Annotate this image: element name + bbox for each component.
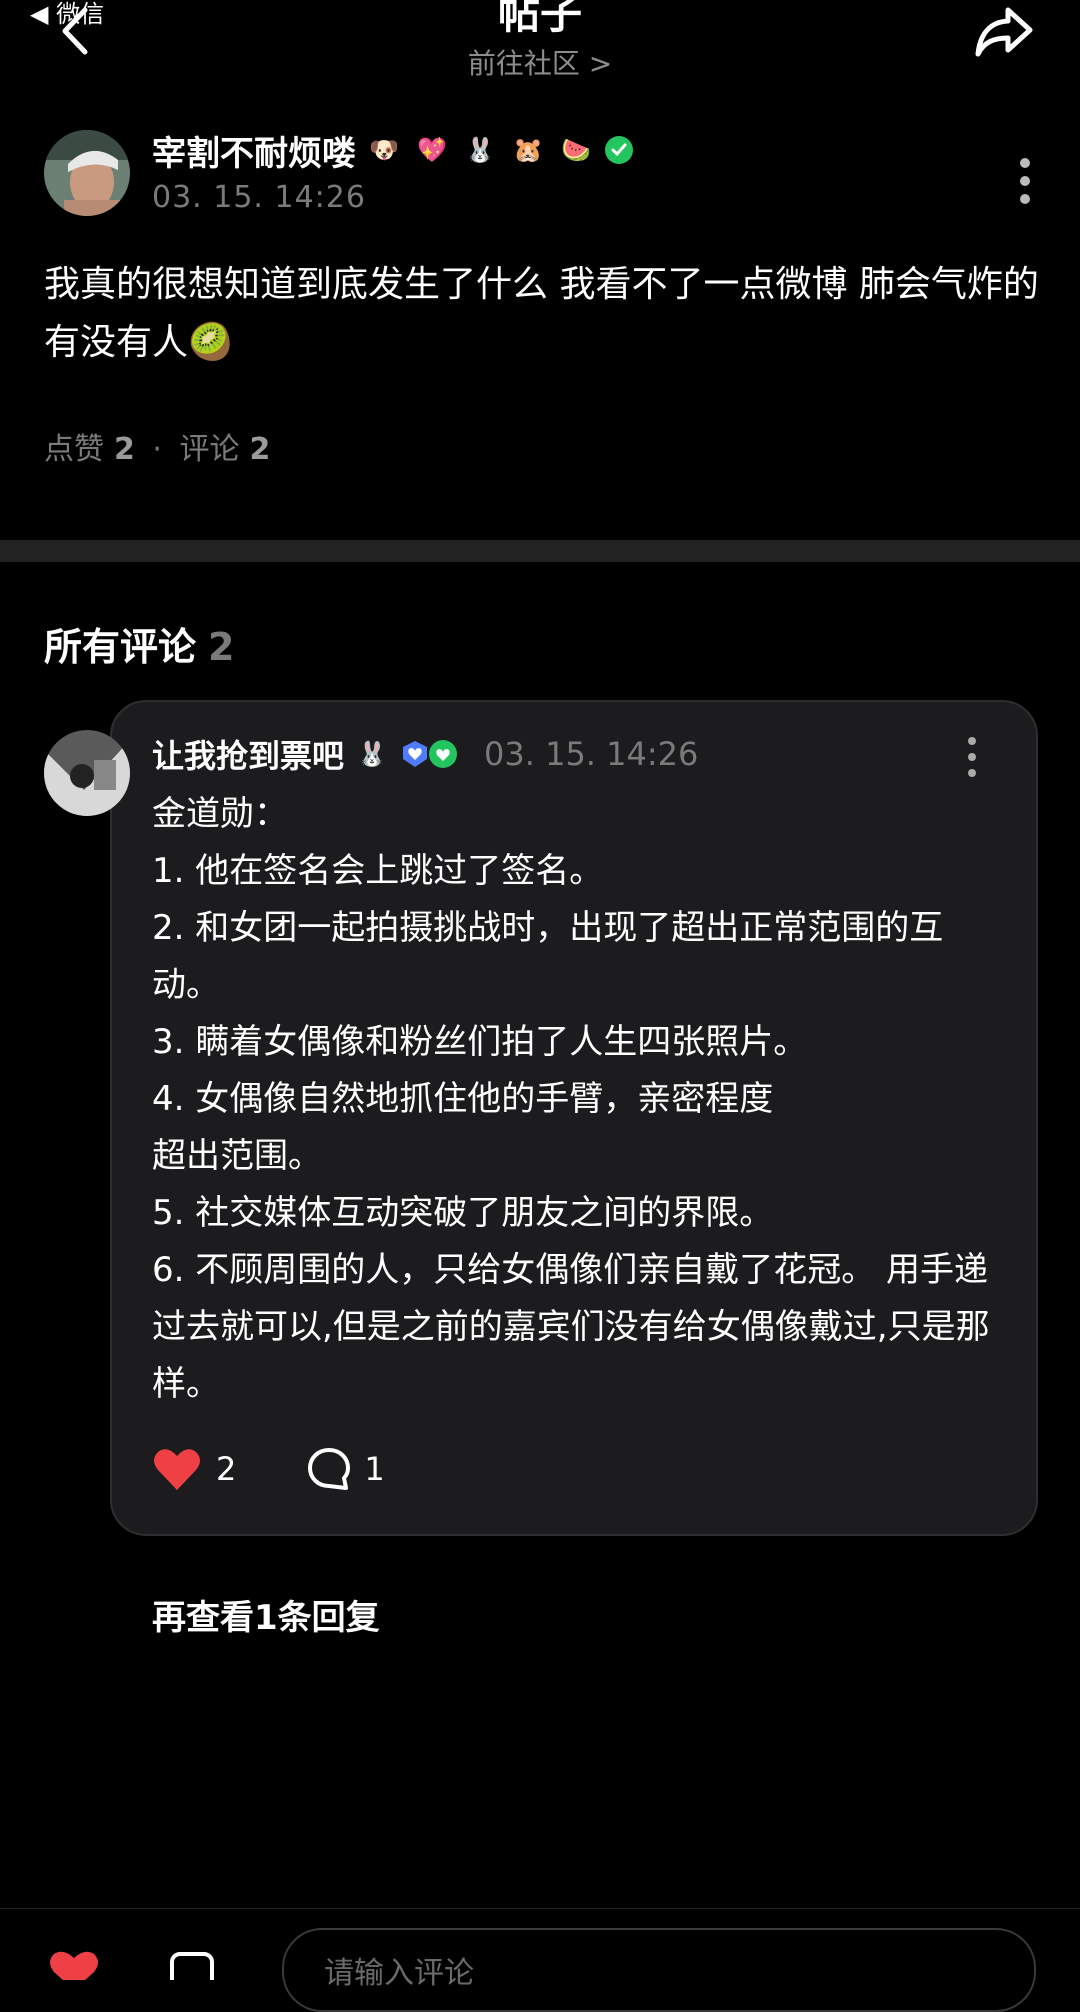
section-divider xyxy=(0,540,1080,562)
page-title: 帖子 xyxy=(497,0,582,38)
heart-like-icon[interactable] xyxy=(152,1446,202,1492)
comment-body-text: 金道勋： 1. 他在签名会上跳过了签名。 2. 和女团一起拍摄挑战时，出现了超出… xyxy=(152,794,990,1404)
comment-actions: 2 1 xyxy=(152,1446,385,1492)
likes-label: 点赞 xyxy=(44,432,104,467)
rabbit-emoji-icon: 🐰 xyxy=(465,136,495,164)
verified-badge-icon xyxy=(429,740,458,768)
view-more-replies-link[interactable]: 再查看1条回复 xyxy=(152,1590,380,1639)
comments-count: 2 xyxy=(249,432,271,467)
share-icon[interactable] xyxy=(974,4,1034,60)
go-to-community-link[interactable]: 前往社区 > xyxy=(0,42,1080,82)
commenter-avatar[interactable] xyxy=(44,730,130,816)
all-comments-label: 所有评论 xyxy=(44,625,197,669)
bottom-heart-icon[interactable] xyxy=(44,1950,104,1980)
post-author-name[interactable]: 宰割不耐烦喽 xyxy=(152,126,356,175)
commenter-name[interactable]: 让我抢到票吧 xyxy=(152,731,344,777)
comment-header: 让我抢到票吧 🐰 03. 15. 14:26 xyxy=(152,730,698,778)
verified-badge-icon xyxy=(605,136,633,164)
post-author-avatar[interactable] xyxy=(44,130,130,216)
hamster-emoji-icon: 🐹 xyxy=(513,136,543,164)
all-comments-count: 2 xyxy=(208,625,235,669)
post-body-text: 我真的很想知道到底发生了什么 我看不了一点微博 肺会气炸的 有没有人🥝 xyxy=(44,264,1039,363)
reply-bubble-icon[interactable] xyxy=(306,1446,352,1492)
sparkling-heart-emoji-icon: 💖 xyxy=(417,136,447,164)
post-more-options-icon[interactable] xyxy=(1014,156,1036,206)
likes-count: 2 xyxy=(114,432,135,467)
watermelon-emoji-icon: 🍉 xyxy=(561,136,591,164)
comment-input-placeholder: 请输入评论 xyxy=(324,1956,474,1991)
comments-label: 评论 xyxy=(179,432,240,467)
comment-more-options-icon[interactable] xyxy=(962,736,982,778)
comment-like-count: 2 xyxy=(216,1450,237,1488)
post-stats: 点赞 2 · 评论 2 xyxy=(44,424,270,468)
all-comments-heading: 所有评论 2 xyxy=(44,616,234,671)
comment-timestamp: 03. 15. 14:26 xyxy=(484,735,699,773)
blue-heart-badge-icon xyxy=(403,741,428,767)
dog-emoji-icon: 🐶 xyxy=(369,136,399,164)
comment-reply-count: 1 xyxy=(364,1450,385,1488)
bottom-comment-icon[interactable] xyxy=(168,1950,218,1980)
post-author-row: 宰割不耐烦喽 🐶 💖 🐰 🐹 🍉 xyxy=(152,126,634,174)
post-timestamp: 03. 15. 14:26 xyxy=(152,180,366,215)
rabbit-emoji-icon: 🐰 xyxy=(357,740,387,768)
stats-separator: · xyxy=(152,432,162,467)
